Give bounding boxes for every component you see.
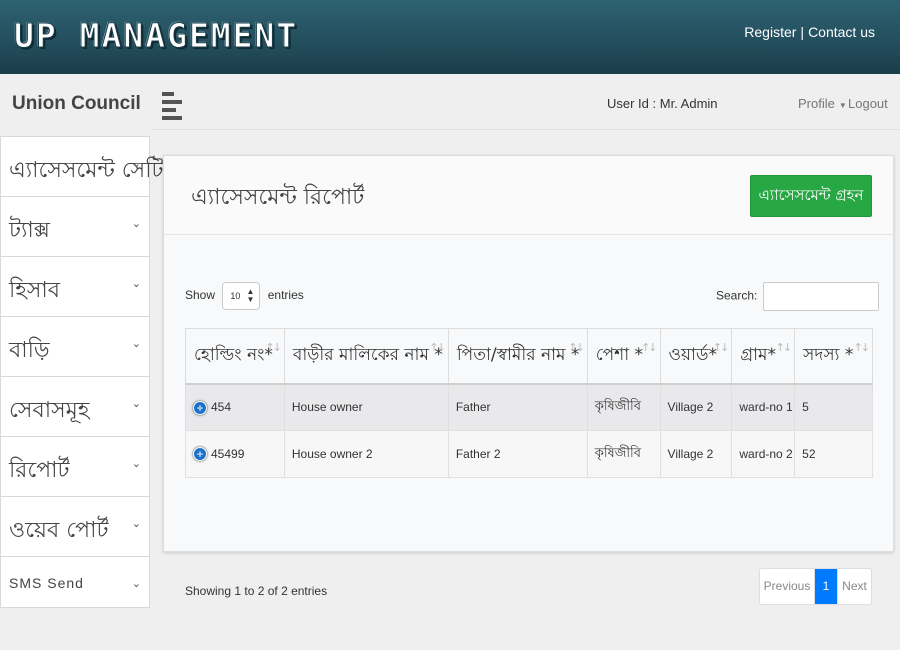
entries-label: entries [267,288,304,303]
sidebar-item-web-port[interactable]: ওয়েব পোর্ট ⌄ [0,496,150,556]
sidebar-item-label: হিসাব [9,278,61,303]
owner-name-cell: House owner 2 [283,430,449,478]
table-row: +454 House owner Father কৃষিজীবি Village… [185,383,873,431]
search-input[interactable] [762,282,879,311]
father-name-cell: Father [447,383,588,431]
occupation-cell: কৃষিজীবি [586,430,661,478]
panel-body: Show 10 ▲ ▼ entries Search: হোল্ডিং নং* ↑↓ … [164,235,893,605]
sidebar-item-label: ট্যাক্স [9,218,50,243]
sort-icon: ↑↓ [641,341,658,354]
members-cell: 5 [794,383,873,431]
occupation-cell: কৃষিজীবি [586,383,661,431]
register-link[interactable]: Register [744,24,796,40]
app-logo: UP MANAGEMENT [13,16,299,56]
chevron-down-icon: ⌄ [131,578,141,590]
assessment-table: হোল্ডিং নং* ↑↓ বাড়ীর মালিকের নাম * ↑↓ পিত… [185,328,873,478]
panel-header: এ্যাসেসমেন্ট রিপোর্ট এ্যাসেসমেন্ট গ্রহন [164,156,893,235]
show-label: Show [185,288,216,303]
sidebar-item-label: ওয়েব পোর্ট [9,518,109,543]
sidebar-brand: Union Council [12,93,141,114]
father-name-cell: Father 2 [447,430,588,478]
updown-arrow-icon: ▲ ▼ [246,287,255,304]
sidebar-item-label: SMS Send [9,575,84,591]
column-header-ward[interactable]: ওয়ার্ড* ↑↓ [659,328,733,385]
column-header-occupation[interactable]: পেশা * ↑↓ [586,328,661,385]
column-header-village[interactable]: গ্রাম* ↑↓ [731,328,796,385]
sidebar-item-services[interactable]: সেবাসমূহ ⌄ [0,376,150,436]
sort-icon: ↑↓ [429,341,446,354]
sidebar-item-tax[interactable]: ট্যাক্স ⌄ [0,196,150,256]
contact-link[interactable]: Contact us [808,24,875,40]
chevron-down-icon: ⌄ [131,218,141,230]
ward-cell: Village 2 [659,430,733,478]
search-label: Search: [716,288,758,303]
page-title: এ্যাসেসমেন্ট রিপোর্ট [191,185,365,210]
expand-row-icon[interactable]: + [193,447,207,462]
report-panel: এ্যাসেসমেন্ট রিপোর্ট এ্যাসেসমেন্ট গ্রহন … [163,155,894,605]
owner-name-cell: House owner [283,383,449,431]
entries-length-control: Show 10 ▲ ▼ entries [185,282,304,310]
sidebar-item-house[interactable]: বাড়ি ⌄ [0,316,150,376]
header-links: Register | Contact us [744,24,875,40]
village-cell: ward-no 2 [731,430,796,478]
logout-link[interactable]: Logout [848,96,888,111]
previous-page-button[interactable]: Previous [760,569,815,604]
sort-icon: ↑↓ [568,341,585,354]
user-id-label: User Id : Mr. Admin [607,96,718,111]
holding-no-cell: +45499 [185,430,285,478]
column-header-holding-no[interactable]: হোল্ডিং নং* ↑↓ [185,328,285,385]
ward-cell: Village 2 [659,383,733,431]
add-assessment-button[interactable]: এ্যাসেসমেন্ট গ্রহন [750,175,872,217]
sidebar-item-label: সেবাসমূহ [9,398,90,423]
top-header: UP MANAGEMENT Register | Contact us [0,0,900,74]
entries-select[interactable]: 10 ▲ ▼ [222,282,261,310]
table-header-row: হোল্ডিং নং* ↑↓ বাড়ীর মালিকের নাম * ↑↓ পিত… [185,328,873,385]
chevron-down-icon: ⌄ [131,518,141,530]
sidebar-item-label: এ্যাসেসমেন্ট সেটিং [9,158,173,183]
sidebar-item-label: রিপোর্ট [9,458,70,483]
sort-icon: ↑↓ [775,341,793,354]
sidebar-item-label: বাড়ি [9,338,50,363]
chevron-down-icon: ⌄ [131,398,141,410]
sidebar: Union Council এ্যাসেসমেন্ট সেটিং ⌄ ট্যাক… [0,74,173,650]
profile-label: Profile [798,96,835,111]
holding-no-cell: +454 [185,383,285,431]
user-bar: User Id : Mr. Admin Profile ▼ Logout [152,74,900,130]
profile-dropdown[interactable]: Profile ▼ [798,96,847,111]
sort-icon: ↑↓ [712,341,730,354]
sort-icon: ↑↓ [853,341,871,354]
caret-down-icon: ▼ [838,101,847,110]
sort-icon: ↑↓ [265,341,282,354]
pagination: Previous 1 Next [759,568,872,605]
hamburger-menu-icon[interactable] [162,92,182,122]
next-page-button[interactable]: Next [837,569,871,604]
column-header-owner-name[interactable]: বাড়ীর মালিকের নাম * ↑↓ [283,328,449,385]
chevron-down-icon: ⌄ [131,278,141,290]
expand-row-icon[interactable]: + [193,400,207,415]
column-header-members[interactable]: সদস্য * ↑↓ [794,328,873,385]
chevron-down-icon: ⌄ [131,458,141,470]
sidebar-item-report[interactable]: রিপোর্ট ⌄ [0,436,150,496]
table-row: +45499 House owner 2 Father 2 কৃষিজীবি V… [185,430,873,478]
members-cell: 52 [794,430,873,478]
sidebar-item-assessment-setting[interactable]: এ্যাসেসমেন্ট সেটিং ⌄ [0,136,173,196]
chevron-down-icon: ⌄ [131,338,141,350]
village-cell: ward-no 1 [731,383,796,431]
column-header-father-husband[interactable]: পিতা/স্বামীর নাম * ↑↓ [447,328,588,385]
sidebar-item-sms-send[interactable]: SMS Send ⌄ [0,556,150,608]
entries-value: 10 [230,291,241,301]
table-info: Showing 1 to 2 of 2 entries [185,584,328,598]
header-separator: | [800,24,805,40]
page-1-button[interactable]: 1 [815,569,837,604]
sidebar-item-accounts[interactable]: হিসাব ⌄ [0,256,150,316]
chevron-down-icon: ⌄ [131,158,141,170]
search-control: Search: [716,282,879,311]
